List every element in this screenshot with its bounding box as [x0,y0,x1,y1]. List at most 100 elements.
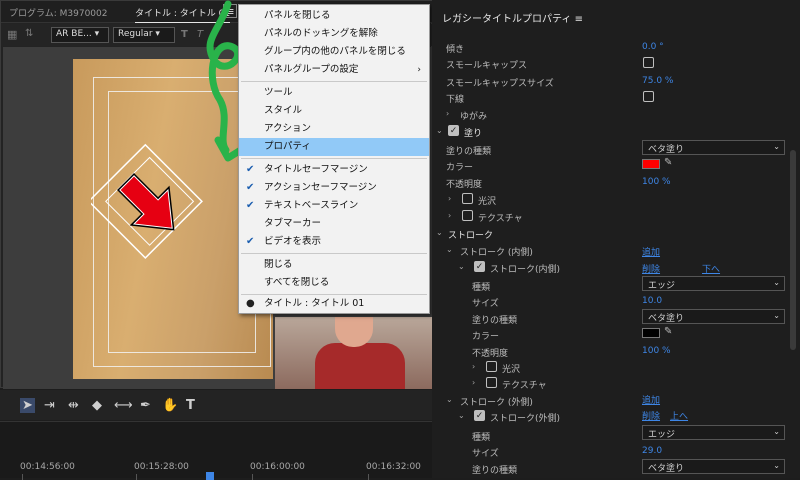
menu-item-tab-markers[interactable]: タブマーカー [239,215,429,233]
kind2-select[interactable]: エッジ ⌄ [642,425,785,440]
stroke-color-swatch[interactable] [642,328,660,338]
chevron-right-icon[interactable]: › [472,362,475,371]
menu-item-label: パネルグループの設定 [264,64,359,75]
chevron-down-icon[interactable]: ⌄ [458,262,465,271]
scrollbar[interactable] [790,150,796,350]
stroke-inner-item-label: ストローク(内側) [490,265,561,275]
chevron-down-icon[interactable]: ⌄ [458,411,465,420]
fill-checkbox[interactable]: ✓ [448,125,459,136]
opacity-label: 不透明度 [446,180,483,190]
film-icon[interactable]: ▦ [7,28,17,41]
stroke-inner-checkbox[interactable]: ✓ [474,261,485,272]
rotate-tool-icon[interactable]: ⇥ [44,398,55,413]
menu-item-close-panel[interactable]: パネルを閉じる [239,7,429,25]
menu-item-close-all[interactable]: すべてを閉じる [239,274,429,292]
add-outer-stroke-link[interactable]: 追加 [642,393,660,406]
underline-checkbox[interactable] [643,91,654,102]
menu-item-actions[interactable]: アクション [239,120,429,138]
menu-item-tools[interactable]: ツール [239,84,429,102]
smallcaps-size-value[interactable]: 75.0 % [642,76,673,86]
timeline-ruler[interactable]: 00:14:56:00 00:15:28:00 00:16:00:00 00:1… [0,421,432,480]
font-family-select[interactable]: AR BE... ▾ [51,27,109,43]
radio-dot-icon: ● [246,298,255,309]
size-value[interactable]: 10.0 [642,296,662,306]
pen-tool-icon[interactable]: ✒ [140,398,151,413]
menu-item-close[interactable]: 閉じる [239,256,429,274]
menu-item-label: テキストベースライン [264,200,359,211]
opacity2-label: 不透明度 [472,349,509,359]
font-style-value: Regular [118,29,153,39]
menu-item-panel-group-settings[interactable]: パネルグループの設定 › [239,61,429,79]
menu-item-text-baselines[interactable]: ✔ テキストベースライン [239,197,429,215]
kind-select[interactable]: エッジ ⌄ [642,276,785,291]
panel-title: レガシータイトルプロパティ ≡ [442,10,583,25]
menu-item-close-other-panels[interactable]: グループ内の他のパネルを閉じる [239,43,429,61]
bold-icon[interactable]: T [181,29,188,40]
smallcaps-label: スモールキャップス [446,61,528,71]
menu-item-label: ツール [264,87,293,98]
font-family-value: AR BE... [56,29,92,39]
path-text-tool-icon[interactable]: ⇹ [68,398,79,413]
sheen2-checkbox[interactable] [486,361,497,372]
checkmark-icon: ✔ [246,182,255,193]
chevron-down-icon: ⌄ [773,142,780,151]
chevron-down-icon[interactable]: ⌄ [446,395,453,404]
tab-program[interactable]: プログラム: M3970002 [9,6,107,19]
fill-type-select[interactable]: ベタ塗り ⌄ [642,140,785,155]
selection-tool-icon[interactable]: ➤ [20,398,35,413]
menu-item-title-01[interactable]: ● タイトル : タイトル 01 [239,295,429,313]
fill-color-swatch[interactable] [642,159,660,169]
remove-inner-stroke-link[interactable]: 削除 [642,262,660,275]
baseline-icon[interactable]: ⇅ [25,28,33,39]
timecode-label: 00:15:28:00 [134,462,189,472]
stroke-outer-checkbox[interactable]: ✓ [474,410,485,421]
remove-outer-stroke-link[interactable]: 削除 [642,409,660,422]
size2-value[interactable]: 29.0 [642,446,662,456]
playhead-marker[interactable] [206,472,214,480]
stroke-section-label: ストローク [448,231,494,241]
move-down-link[interactable]: 下へ [702,262,720,275]
texture2-checkbox[interactable] [486,377,497,388]
font-style-select[interactable]: Regular ▾ [113,27,175,43]
eyedropper-icon[interactable]: ✎ [664,326,672,337]
chevron-right-icon[interactable]: › [446,109,449,118]
menu-item-styles[interactable]: スタイル [239,102,429,120]
underline-label: 下線 [446,95,465,105]
size2-label: サイズ [472,449,499,459]
chevron-down-icon[interactable]: ⌄ [436,126,443,135]
chevron-right-icon[interactable]: › [472,378,475,387]
hand-tool-icon[interactable]: ✋ [162,398,178,413]
panel-menu-icon[interactable]: ≡ [575,14,583,25]
fill-type2-select[interactable]: ベタ塗り ⌄ [642,309,785,324]
menu-item-action-safe-margin[interactable]: ✔ アクションセーフマージン [239,179,429,197]
chevron-right-icon[interactable]: › [448,211,451,220]
menu-item-show-video[interactable]: ✔ ビデオを表示 [239,233,429,251]
select-value: ベタ塗り [648,314,685,324]
text-tool-icon[interactable]: T [186,398,195,413]
panel-title-text: レガシータイトルプロパティ [442,14,572,25]
tilt-value[interactable]: 0.0 ° [642,42,664,52]
chevron-down-icon: ⌄ [773,311,780,320]
add-inner-stroke-link[interactable]: 追加 [642,245,660,258]
sheen-checkbox[interactable] [462,193,473,204]
texture-checkbox[interactable] [462,210,473,221]
opacity-value[interactable]: 100 % [642,177,671,187]
width-tool-icon[interactable]: ⟷ [114,398,133,413]
checkmark-icon: ✔ [246,164,255,175]
menu-item-undock-panel[interactable]: パネルのドッキングを解除 [239,25,429,43]
chevron-down-icon[interactable]: ⌄ [436,228,443,237]
stroke-inner-label: ストローク (内側) [460,248,533,258]
menu-item-properties[interactable]: プロパティ [239,138,429,156]
panel-context-menu: パネルを閉じる パネルのドッキングを解除 グループ内の他のパネルを閉じる パネル… [238,4,430,314]
move-up-link[interactable]: 上へ [670,409,688,422]
smallcaps-checkbox[interactable] [643,57,654,68]
eraser-tool-icon[interactable]: ◆ [92,398,102,413]
fill-type3-select[interactable]: ベタ塗り ⌄ [642,459,785,474]
opacity2-value[interactable]: 100 % [642,346,671,356]
chevron-right-icon[interactable]: › [448,194,451,203]
menu-item-label: ビデオを表示 [264,236,322,247]
chevron-down-icon[interactable]: ⌄ [446,245,453,254]
menu-item-title-safe-margin[interactable]: ✔ タイトルセーフマージン [239,161,429,179]
eyedropper-icon[interactable]: ✎ [664,157,672,168]
submenu-arrow-icon: › [417,65,421,75]
